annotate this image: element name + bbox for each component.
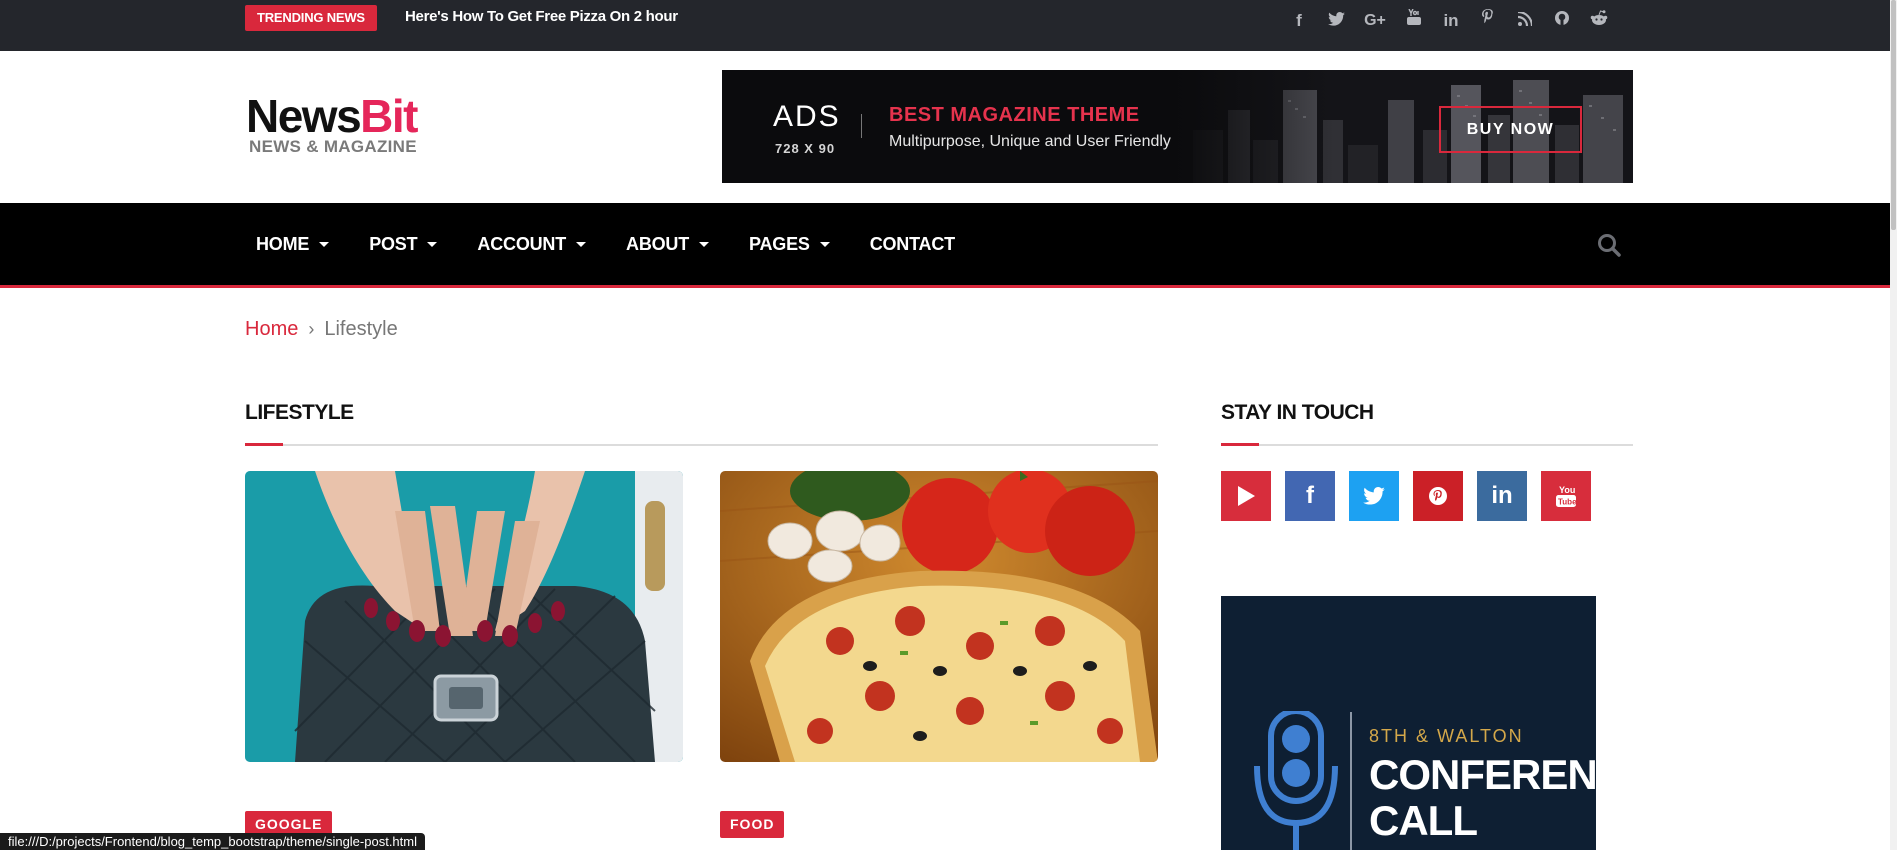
browser-status-url: file:///D:/projects/Frontend/blog_temp_b… <box>0 833 425 850</box>
trending-badge: TRENDING NEWS <box>245 5 377 31</box>
scrollbar-thumb[interactable] <box>1891 0 1896 230</box>
nav-menu: HOME POST ACCOUNT ABOUT PAGES CONTACT <box>256 203 995 285</box>
ad-description: Multipurpose, Unique and User Friendly <box>889 133 1171 150</box>
post-image-pizza[interactable] <box>720 471 1158 762</box>
youtube-icon[interactable] <box>1403 8 1425 34</box>
linkedin-icon[interactable]: in <box>1477 471 1527 521</box>
breadcrumb: Home › Lifestyle <box>245 318 398 341</box>
logo-tagline: NEWS & MAGAZINE <box>249 137 417 156</box>
header-ad-banner[interactable]: ADS 728 X 90 BEST MAGAZINE THEME Multipu… <box>722 70 1633 183</box>
svg-text:You: You <box>1559 485 1575 495</box>
ad-title: BEST MAGAZINE THEME <box>889 104 1140 126</box>
logo-news-text: News <box>246 90 362 142</box>
top-bar: TRENDING NEWS Here's How To Get Free Piz… <box>0 0 1890 51</box>
facebook-icon[interactable]: f <box>1288 8 1310 34</box>
logo-wordmark: NewsBit <box>246 93 418 139</box>
section-divider-accent <box>245 443 283 446</box>
nav-item-contact[interactable]: CONTACT <box>870 234 955 255</box>
sidebar-divider <box>1221 444 1633 446</box>
rss-icon[interactable] <box>1514 8 1536 34</box>
twitter-icon[interactable] <box>1349 471 1399 521</box>
pinterest-icon[interactable] <box>1413 471 1463 521</box>
section-divider <box>245 444 1158 446</box>
site-logo[interactable]: NewsBit NEWS & MAGAZINE <box>246 93 418 156</box>
github-icon[interactable] <box>1551 8 1573 34</box>
linkedin-icon[interactable]: in <box>1440 8 1462 34</box>
nav-item-about[interactable]: ABOUT <box>626 233 710 255</box>
section-title-stay-in-touch: STAY IN TOUCH <box>1221 401 1374 424</box>
caret-down-icon <box>576 241 587 247</box>
twitter-icon[interactable] <box>1325 8 1347 34</box>
post-image-handbag[interactable] <box>245 471 683 762</box>
buy-now-button[interactable]: BUY NOW <box>1439 106 1582 153</box>
nav-item-pages[interactable]: PAGES <box>749 234 830 255</box>
handbag-photo <box>245 471 683 762</box>
pinterest-icon[interactable] <box>1477 8 1499 34</box>
page: TRENDING NEWS Here's How To Get Free Piz… <box>0 0 1897 850</box>
category-tag-food[interactable]: FOOD <box>720 811 785 838</box>
top-social-links: f G+ in <box>1288 8 1610 34</box>
breadcrumb-home-link[interactable]: Home <box>245 318 298 341</box>
caret-down-icon <box>699 241 710 247</box>
nav-item-account[interactable]: ACCOUNT <box>477 233 587 255</box>
youtube-icon[interactable]: You Tube <box>1541 471 1591 521</box>
podcast-title-line2: CALL <box>1369 797 1478 844</box>
caret-down-icon <box>319 241 330 247</box>
svg-text:Tube: Tube <box>1558 498 1577 507</box>
logo-bit-text: Bit <box>360 90 418 142</box>
nav-item-label: PAGES <box>749 233 810 254</box>
nav-item-label: CONTACT <box>869 233 955 254</box>
nav-item-label: ACCOUNT <box>477 233 567 254</box>
reddit-icon[interactable] <box>1588 8 1610 34</box>
podcast-title: CONFERENCE CALL <box>1369 752 1596 844</box>
play-icon[interactable] <box>1221 471 1271 521</box>
pizza-photo <box>720 471 1158 762</box>
chevron-right-icon: › <box>308 319 315 339</box>
caret-down-icon <box>819 241 830 247</box>
section-title-lifestyle: LIFESTYLE <box>245 401 354 424</box>
search-icon[interactable] <box>1596 232 1622 258</box>
nav-item-home[interactable]: HOME <box>256 233 330 255</box>
microphone-icon <box>1254 711 1338 850</box>
podcast-divider <box>1350 712 1352 850</box>
main-navbar: HOME POST ACCOUNT ABOUT PAGES CONTACT <box>0 203 1890 288</box>
trending-headline-link[interactable]: Here's How To Get Free Pizza On 2 hour <box>405 8 678 25</box>
sidebar-divider-accent <box>1221 443 1259 446</box>
ad-size: 728 X 90 <box>775 141 836 156</box>
google-plus-icon[interactable]: G+ <box>1362 8 1388 34</box>
nav-item-label: POST <box>369 233 418 254</box>
nav-item-label: ABOUT <box>626 233 690 254</box>
nav-item-label: HOME <box>256 233 310 254</box>
ad-divider <box>861 114 862 138</box>
podcast-subtitle: 8TH & WALTON <box>1369 726 1524 746</box>
facebook-icon[interactable]: f <box>1285 471 1335 521</box>
caret-down-icon <box>427 241 438 247</box>
podcast-ad[interactable]: 8TH & WALTON CONFERENCE CALL <box>1221 596 1596 850</box>
breadcrumb-current: Lifestyle <box>324 318 398 340</box>
stay-in-touch-social: f in You Tube <box>1221 471 1591 521</box>
podcast-title-line1: CONFERENCE <box>1369 751 1596 798</box>
ad-label: ADS <box>773 100 841 133</box>
nav-item-post[interactable]: POST <box>369 233 438 255</box>
